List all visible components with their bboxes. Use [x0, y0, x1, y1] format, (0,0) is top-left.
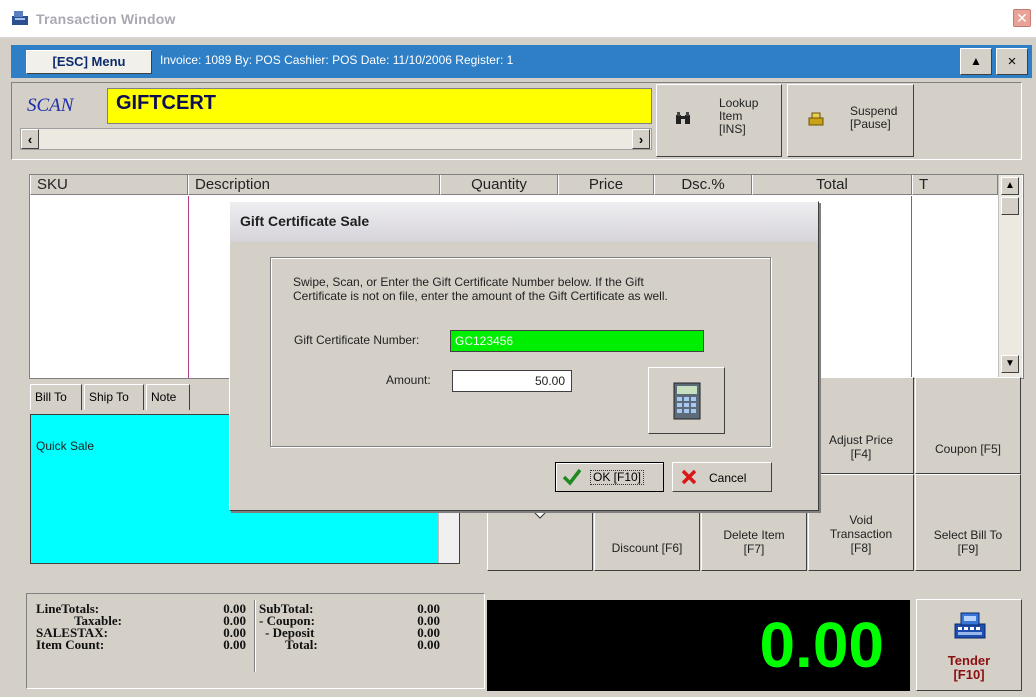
scroll-thumb[interactable]	[1001, 197, 1019, 215]
cancel-label: Cancel	[709, 471, 747, 485]
dialog-message: Swipe, Scan, or Enter the Gift Certifica…	[293, 275, 753, 303]
column-divider	[188, 196, 189, 378]
dialog-title: Gift Certificate Sale	[240, 213, 370, 229]
checkmark-icon	[562, 468, 582, 489]
invoice-info: Invoice: 1089 By: POS Cashier: POS Date:…	[160, 53, 514, 67]
left-total-labels: LineTotals: Taxable: SALESTAX: Item Coun…	[36, 602, 156, 652]
close-button[interactable]: ×	[996, 48, 1028, 75]
scroll-left-icon[interactable]: ‹	[21, 129, 39, 149]
delete-label-2: [F7]	[743, 541, 765, 556]
adjust-price-button[interactable]: Adjust Price [F4]	[808, 377, 914, 474]
tab-note[interactable]: Note	[146, 384, 190, 410]
col-header-description[interactable]: Description	[188, 175, 440, 195]
discount-label: Discount [F6]	[611, 540, 683, 555]
window-title: Transaction Window	[36, 11, 176, 27]
select-bill-label-1: Select Bill To	[933, 527, 1003, 542]
col-header-discount[interactable]: Dsc.%	[654, 175, 752, 195]
lookup-item-button[interactable]: Lookup Item [INS]	[656, 84, 782, 157]
tab-bill-to[interactable]: Bill To	[30, 384, 82, 410]
void-label-1: Void	[849, 512, 873, 527]
column-divider	[911, 196, 912, 378]
transaction-window: Transaction Window ✕ [ESC] Menu Invoice:…	[0, 0, 1036, 697]
dialog-message-line: Certificate is not on file, enter the am…	[293, 289, 668, 303]
select-bill-label-2: [F9]	[957, 541, 979, 556]
ok-label: OK [F10]	[590, 470, 645, 485]
total-value: 0.00	[223, 637, 246, 652]
coupon-button[interactable]: Coupon [F5]	[915, 377, 1021, 474]
select-bill-to-button[interactable]: Select Bill To [F9]	[915, 474, 1021, 571]
col-header-price[interactable]: Price	[558, 175, 654, 195]
adjust-label-1: Adjust Price	[828, 432, 894, 447]
scroll-up-icon[interactable]: ▲	[1001, 177, 1019, 195]
gc-number-input[interactable]: GC123456	[450, 330, 704, 352]
cancel-x-icon	[681, 469, 697, 488]
scan-input[interactable]: GIFTCERT	[107, 88, 652, 124]
ok-button[interactable]: OK [F10]	[555, 462, 664, 492]
scan-label: SCAN	[27, 95, 74, 116]
delete-label-1: Delete Item	[723, 527, 785, 542]
binoculars-icon	[675, 111, 691, 128]
left-total-values: 0.00 0.00 0.00 0.00	[196, 602, 246, 652]
scroll-down-icon[interactable]: ▼	[1001, 355, 1019, 373]
suspend-label-2: [Pause]	[850, 117, 891, 131]
col-header-tax[interactable]: T	[912, 175, 998, 195]
suspend-button[interactable]: Suspend [Pause]	[787, 84, 914, 157]
amount-label: Amount:	[386, 373, 431, 387]
scroll-right-icon[interactable]: ›	[632, 129, 650, 149]
tender-button[interactable]: Tender [F10]	[916, 599, 1022, 691]
right-total-labels: SubTotal: - Coupon: - Deposit Total:	[259, 602, 359, 652]
tender-label-2: [F10]	[953, 667, 985, 682]
total-label: Total:	[285, 637, 318, 652]
gc-number-label: Gift Certificate Number:	[294, 333, 420, 347]
scan-scrollbar[interactable]	[20, 128, 652, 150]
coupon-label: Coupon [F5]	[934, 441, 1002, 456]
adjust-label-2: [F4]	[850, 446, 872, 461]
bill-to-text: Quick Sale	[36, 439, 95, 453]
tender-label-1: Tender	[947, 653, 991, 668]
cancel-button[interactable]: Cancel	[672, 462, 772, 492]
col-header-sku[interactable]: SKU	[30, 175, 188, 195]
lookup-label-3: [INS]	[719, 122, 746, 136]
amount-input[interactable]: 50.00	[452, 370, 572, 392]
grid-scrollbar[interactable]: ▲ ▼	[998, 175, 1022, 378]
amount-display: 0.00	[487, 600, 910, 691]
total-label: Item Count:	[36, 637, 105, 652]
esc-menu-button[interactable]: [ESC] Menu	[26, 50, 152, 74]
suspend-register-icon	[808, 112, 824, 129]
totals-divider	[254, 600, 255, 672]
cash-register-icon	[953, 610, 987, 643]
calculator-icon	[673, 382, 701, 423]
void-transaction-button[interactable]: Void Transaction [F8]	[808, 474, 914, 571]
col-header-total[interactable]: Total	[752, 175, 912, 195]
right-total-values: 0.00 0.00 0.00 0.00	[386, 602, 440, 652]
window-close-icon[interactable]: ✕	[1013, 9, 1031, 27]
tab-ship-to[interactable]: Ship To	[84, 384, 144, 410]
col-header-quantity[interactable]: Quantity	[440, 175, 558, 195]
total-value: 0.00	[417, 637, 440, 652]
void-label-3: [F8]	[850, 540, 872, 555]
app-icon	[11, 10, 29, 26]
dialog-message-line: Swipe, Scan, or Enter the Gift Certifica…	[293, 275, 644, 289]
amount-display-value: 0.00	[759, 609, 884, 681]
calculator-button[interactable]	[648, 367, 725, 434]
collapse-up-button[interactable]: ▲	[960, 48, 992, 75]
void-label-2: Transaction	[829, 526, 893, 541]
